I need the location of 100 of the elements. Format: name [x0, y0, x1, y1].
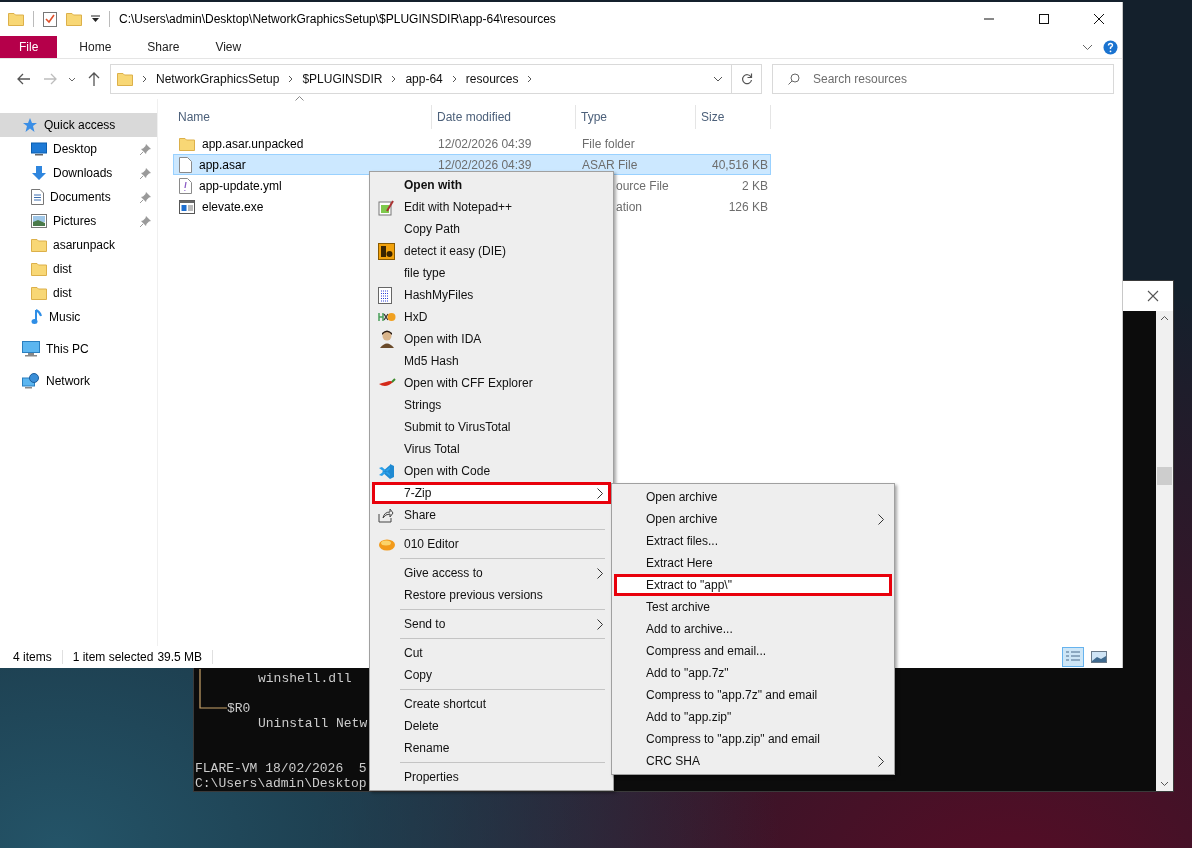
nav-item[interactable]: Pictures [0, 209, 157, 233]
menu-item[interactable]: Open with Code [372, 460, 611, 482]
pin-icon[interactable] [140, 167, 151, 179]
close-icon[interactable] [1147, 290, 1159, 302]
folder-icon [117, 72, 133, 86]
menu-item[interactable]: Send to [372, 613, 611, 635]
nav-item[interactable]: Desktop [0, 137, 157, 161]
disc-icon [378, 537, 396, 551]
column-header[interactable]: Date modified [432, 105, 576, 129]
breadcrumb[interactable]: $PLUGINSDIR [302, 72, 383, 86]
nav-item[interactable]: asarunpack [0, 233, 157, 257]
file-name[interactable]: app-update.yml [199, 178, 282, 193]
nav-item[interactable]: This PC [0, 337, 157, 361]
file-menu-tab[interactable]: File [0, 36, 58, 58]
up-arrow-icon [88, 72, 100, 86]
menu-item[interactable]: Copy Path [372, 218, 611, 240]
folder-icon [179, 136, 195, 151]
nav-item[interactable]: dist [0, 281, 157, 305]
menu-item[interactable]: Open archive [614, 508, 892, 530]
checklist-icon[interactable] [43, 11, 57, 27]
column-header[interactable]: Type [576, 105, 696, 129]
terminal-text: Uninstall Netw [258, 716, 368, 731]
file-name[interactable]: elevate.exe [202, 199, 264, 214]
menu-item[interactable]: Strings [372, 394, 611, 416]
menu-item[interactable]: Compress and email... [614, 640, 892, 662]
menu-item[interactable]: Extract to "app\" [614, 574, 892, 596]
selected-file-row[interactable]: app.asar 12/02/2026 04:39 ASAR File 40,516 KB [173, 154, 771, 175]
menu-item[interactable]: Properties [372, 766, 611, 788]
menu-item[interactable]: Test archive [614, 596, 892, 618]
menu-item[interactable]: Restore previous versions [372, 584, 611, 606]
nav-item[interactable]: dist [0, 257, 157, 281]
breadcrumb[interactable]: app-64 [405, 72, 443, 86]
menu-item[interactable]: Create shortcut [372, 693, 611, 715]
blank-file-icon [179, 156, 192, 173]
menu-item[interactable]: Add to archive... [614, 618, 892, 640]
menu-item[interactable]: Give access to [372, 562, 611, 584]
menu-item[interactable]: HashMyFiles [372, 284, 611, 306]
table-cell-text: 12/02/2026 04:39 [437, 136, 533, 151]
scrollbar-thumb[interactable] [1157, 467, 1172, 485]
menu-item[interactable]: Open with IDA [372, 328, 611, 350]
menu-item[interactable]: Extract files... [614, 530, 892, 552]
chevron-right-icon [142, 75, 147, 83]
menu-item[interactable]: file type [372, 262, 611, 284]
menu-item[interactable]: Edit with Notepad++ [372, 196, 611, 218]
menu-item[interactable]: Cut [372, 642, 611, 664]
menu-item[interactable]: CRC SHA [614, 750, 892, 772]
menu-item[interactable]: 010 Editor [372, 533, 611, 555]
file-name[interactable]: app.asar [199, 157, 246, 172]
breadcrumb[interactable]: NetworkGraphicsSetup [156, 72, 280, 86]
pin-icon[interactable] [140, 143, 151, 155]
help-icon[interactable] [1103, 39, 1118, 55]
menu-item[interactable]: Add to "app.zip" [614, 706, 892, 728]
nav-item[interactable]: Music [0, 305, 157, 329]
nav-item[interactable]: Downloads [0, 161, 157, 185]
menu-item[interactable]: Extract Here [614, 552, 892, 574]
menu-item[interactable]: Rename [372, 737, 611, 759]
address-bar[interactable]: NetworkGraphicsSetup $PLUGINSDIR app-64 resources [110, 64, 762, 94]
dropdown-caret-icon[interactable] [91, 15, 100, 23]
menu-item[interactable]: Add to "app.7z" [614, 662, 892, 684]
menu-item[interactable]: Open with CFF Explorer [372, 372, 611, 394]
close-icon [1094, 14, 1104, 24]
menu-item[interactable]: Compress to "app.7z" and email [614, 684, 892, 706]
menu-item[interactable]: Open with [372, 174, 611, 196]
menu-item[interactable]: Compress to "app.zip" and email [614, 728, 892, 750]
hex-editor-icon [378, 310, 396, 324]
picture-icon [31, 214, 47, 228]
terminal-text: winshell.dll [258, 671, 352, 686]
breadcrumb[interactable]: resources [465, 72, 519, 86]
menu-item[interactable]: 7-Zip [372, 482, 611, 504]
menu-item[interactable]: Submit to VirusTotal [372, 416, 611, 438]
nav-item[interactable]: Quick access [0, 113, 157, 137]
ribbon-tab[interactable]: View [199, 36, 258, 58]
search-field[interactable]: Search resources [772, 64, 1114, 94]
table-cell-text: File folder [581, 136, 636, 151]
menu-item[interactable]: Share [372, 504, 611, 526]
table-cell-text: 126 KB [727, 199, 769, 214]
menu-item[interactable]: detect it easy (DIE) [372, 240, 611, 262]
pin-icon[interactable] [140, 215, 151, 227]
back-arrow-icon [17, 73, 31, 85]
menu-item[interactable]: Open archive [614, 486, 892, 508]
ribbon-tab[interactable]: Share [131, 36, 196, 58]
status-text: 4 items [13, 650, 52, 664]
pin-icon[interactable] [140, 191, 151, 203]
scroll-down-icon[interactable] [1160, 781, 1169, 787]
file-name[interactable]: app.asar.unpacked [202, 136, 304, 151]
download-arrow-icon [31, 165, 47, 181]
menu-item[interactable]: Delete [372, 715, 611, 737]
ribbon-tab[interactable]: Home [63, 36, 128, 58]
table-cell-text: 2 KB [741, 178, 769, 193]
scroll-up-icon[interactable] [1160, 315, 1169, 321]
chevron-down-icon[interactable] [1082, 43, 1093, 51]
nav-item[interactable]: Documents [0, 185, 157, 209]
column-header[interactable]: Name [173, 105, 432, 129]
menu-item[interactable]: HxD [372, 306, 611, 328]
menu-item[interactable]: Md5 Hash [372, 350, 611, 372]
menu-item[interactable]: Virus Total [372, 438, 611, 460]
nav-item[interactable]: Network [0, 369, 157, 393]
column-header[interactable]: Size [696, 105, 771, 129]
menu-item[interactable]: Copy [372, 664, 611, 686]
chevron-right-icon [451, 75, 457, 83]
